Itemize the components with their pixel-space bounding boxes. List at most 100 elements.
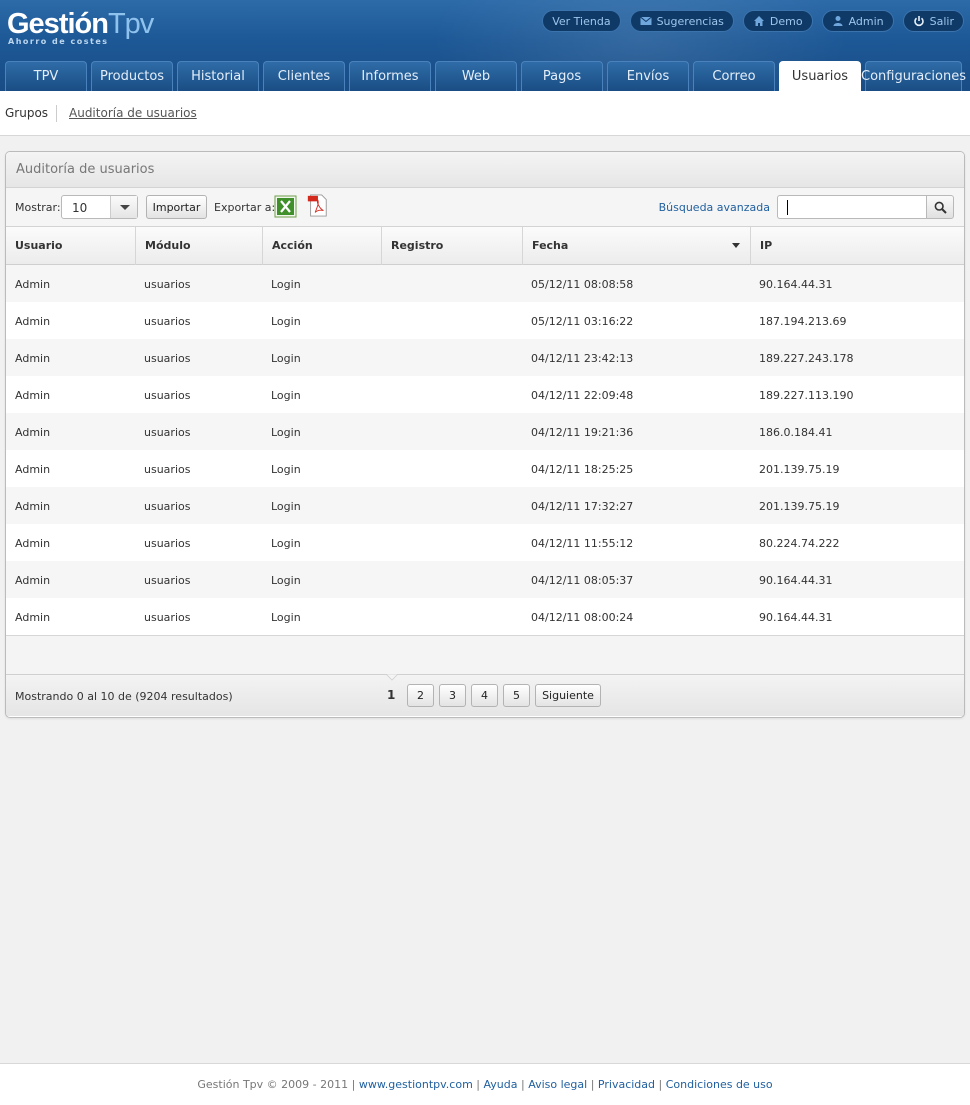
legal-link[interactable]: Aviso legal [528, 1078, 587, 1091]
table-row[interactable]: Admin usuarios Login 04/12/11 08:00:24 9… [6, 598, 964, 635]
column-usuario[interactable]: Usuario [6, 227, 136, 265]
logo-tagline: Ahorro de costes [8, 37, 109, 46]
cell-ip: 186.0.184.41 [759, 426, 833, 439]
column-fecha[interactable]: Fecha [523, 227, 751, 265]
table-row[interactable]: Admin usuarios Login 04/12/11 19:21:36 1… [6, 413, 964, 450]
excel-icon[interactable] [274, 195, 297, 218]
search-button[interactable] [926, 195, 954, 219]
ver-tienda-link[interactable]: Ver Tienda [542, 10, 621, 32]
current-page: 1 [387, 688, 396, 702]
sub-navigation: Grupos Auditoría de usuarios [0, 91, 970, 136]
page-2-button[interactable]: 2 [407, 684, 434, 707]
tab-usuarios[interactable]: Usuarios [779, 61, 861, 91]
page-size-value: 10 [72, 201, 88, 215]
table-row[interactable]: Admin usuarios Login 05/12/11 08:08:58 9… [6, 265, 964, 302]
search-icon [934, 201, 947, 214]
audit-panel: Auditoría de usuarios Mostrar: 10 Import… [5, 151, 965, 718]
table-row[interactable]: Admin usuarios Login 04/12/11 18:25:25 2… [6, 450, 964, 487]
cell-fecha: 05/12/11 08:08:58 [531, 278, 634, 291]
admin-link[interactable]: Admin [821, 10, 894, 32]
next-page-button[interactable]: Siguiente [535, 684, 601, 707]
cell-fecha: 04/12/11 18:25:25 [531, 463, 634, 476]
tab-configuraciones[interactable]: Configuraciones [861, 61, 966, 91]
cell-modulo: usuarios [144, 278, 191, 291]
cell-accion: Login [271, 315, 301, 328]
sugerencias-link[interactable]: Sugerencias [629, 10, 734, 32]
pdf-icon[interactable] [306, 194, 329, 217]
chevron-down-icon[interactable] [110, 196, 137, 218]
pagination: Mostrando 0 al 10 de (9204 resultados) 1… [6, 674, 964, 716]
cell-usuario: Admin [15, 278, 51, 291]
page-3-button[interactable]: 3 [439, 684, 466, 707]
sort-desc-icon [732, 243, 740, 248]
tab-historial[interactable]: Historial [177, 61, 259, 91]
top-links: Ver Tienda Sugerencias Demo Admin Salir [542, 10, 964, 32]
cell-registro [382, 376, 391, 413]
cell-usuario: Admin [15, 315, 51, 328]
table-toolbar: Mostrar: 10 Importar Exportar a: Búsqued… [6, 188, 964, 227]
cell-accion: Login [271, 352, 301, 365]
tab-clientes[interactable]: Clientes [263, 61, 345, 91]
cell-ip: 90.164.44.31 [759, 574, 833, 587]
app-header: GestiónTpv Ahorro de costes Ver Tienda S… [0, 0, 970, 91]
subnav-auditoria[interactable]: Auditoría de usuarios [69, 106, 197, 120]
table-row[interactable]: Admin usuarios Login 05/12/11 03:16:22 1… [6, 302, 964, 339]
table-row[interactable]: Admin usuarios Login 04/12/11 22:09:48 1… [6, 376, 964, 413]
import-button[interactable]: Importar [146, 195, 207, 219]
cell-usuario: Admin [15, 500, 51, 513]
table-row[interactable]: Admin usuarios Login 04/12/11 23:42:13 1… [6, 339, 964, 376]
column-registro[interactable]: Registro [382, 227, 523, 265]
cell-ip: 80.224.74.222 [759, 537, 840, 550]
help-link[interactable]: Ayuda [484, 1078, 518, 1091]
tab-tpv[interactable]: TPV [5, 61, 87, 91]
cell-ip: 201.139.75.19 [759, 500, 840, 513]
terms-link[interactable]: Condiciones de uso [666, 1078, 773, 1091]
advanced-search-link[interactable]: Búsqueda avanzada [659, 201, 770, 214]
column-accion[interactable]: Acción [263, 227, 382, 265]
logo[interactable]: GestiónTpv [7, 9, 154, 39]
page-size-select[interactable]: 10 [61, 195, 138, 219]
cell-usuario: Admin [15, 537, 51, 550]
cell-usuario: Admin [15, 389, 51, 402]
table-row[interactable]: Admin usuarios Login 04/12/11 11:55:12 8… [6, 524, 964, 561]
tab-productos[interactable]: Productos [91, 61, 173, 91]
demo-link[interactable]: Demo [742, 10, 813, 32]
salir-link[interactable]: Salir [902, 10, 964, 32]
search-input[interactable] [777, 195, 927, 219]
cell-ip: 90.164.44.31 [759, 611, 833, 624]
cell-ip: 201.139.75.19 [759, 463, 840, 476]
export-label: Exportar a: [214, 201, 276, 214]
home-icon [753, 16, 764, 26]
cell-registro [382, 561, 391, 598]
cell-accion: Login [271, 389, 301, 402]
cell-modulo: usuarios [144, 537, 191, 550]
table-row[interactable]: Admin usuarios Login 04/12/11 08:05:37 9… [6, 561, 964, 598]
cell-registro [382, 598, 391, 635]
column-modulo[interactable]: Módulo [136, 227, 263, 265]
cell-modulo: usuarios [144, 426, 191, 439]
tab-informes[interactable]: Informes [349, 61, 431, 91]
cell-modulo: usuarios [144, 463, 191, 476]
cell-modulo: usuarios [144, 315, 191, 328]
cell-usuario: Admin [15, 352, 51, 365]
current-page-pointer [386, 674, 398, 681]
cell-registro [382, 302, 391, 339]
tab-web[interactable]: Web [435, 61, 517, 91]
table-body: Admin usuarios Login 05/12/11 08:08:58 9… [6, 265, 964, 635]
tab-correo[interactable]: Correo [693, 61, 775, 91]
privacy-link[interactable]: Privacidad [598, 1078, 655, 1091]
page-5-button[interactable]: 5 [503, 684, 530, 707]
tab-envios[interactable]: Envíos [607, 61, 689, 91]
cell-modulo: usuarios [144, 574, 191, 587]
cell-usuario: Admin [15, 574, 51, 587]
page-4-button[interactable]: 4 [471, 684, 498, 707]
column-ip[interactable]: IP [751, 227, 964, 265]
tab-pagos[interactable]: Pagos [521, 61, 603, 91]
panel-title: Auditoría de usuarios [6, 152, 964, 188]
subnav-grupos[interactable]: Grupos [5, 106, 48, 120]
cell-accion: Login [271, 278, 301, 291]
cell-fecha: 04/12/11 08:00:24 [531, 611, 634, 624]
table-footer-spacer [6, 635, 964, 675]
table-row[interactable]: Admin usuarios Login 04/12/11 17:32:27 2… [6, 487, 964, 524]
site-link[interactable]: www.gestiontpv.com [359, 1078, 473, 1091]
